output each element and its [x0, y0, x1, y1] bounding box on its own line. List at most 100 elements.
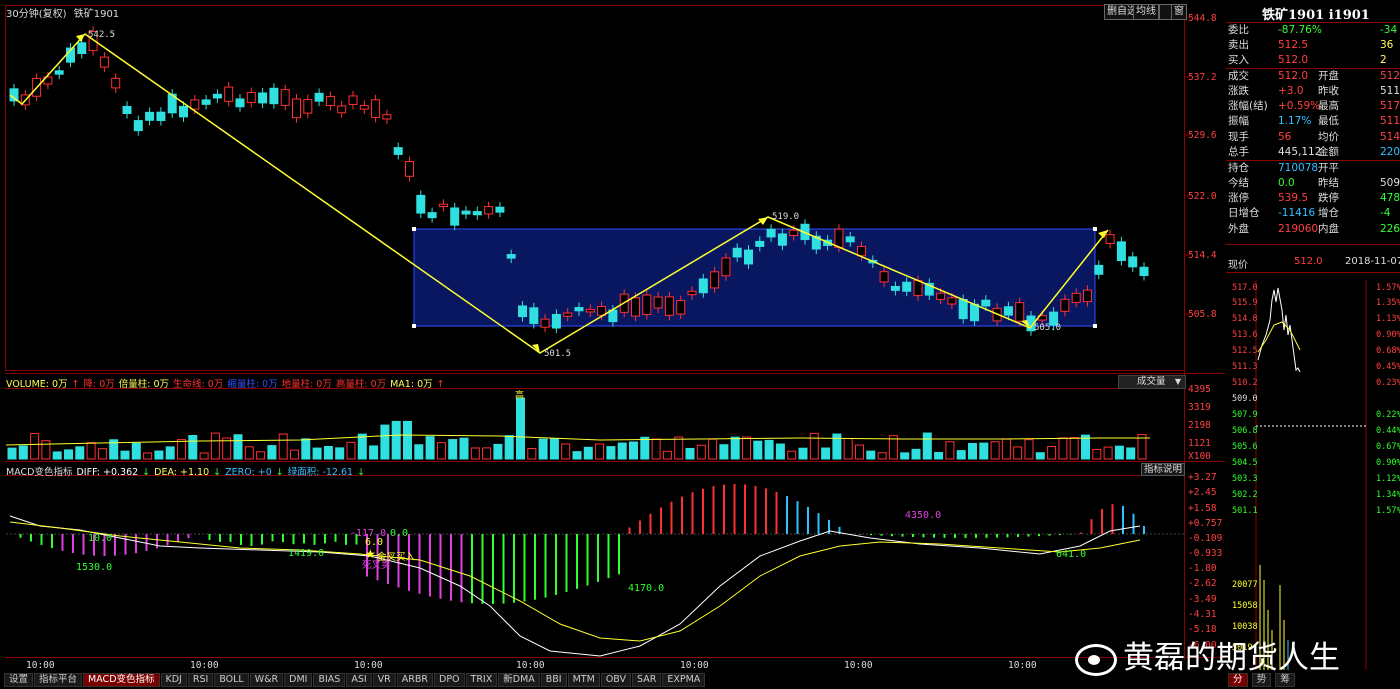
macd-label-j: 4350.0 [905, 510, 942, 521]
quote-label: 总手 [1228, 146, 1249, 158]
legend-item: 降: 0万 [83, 379, 115, 390]
tab-16[interactable]: MTM [567, 673, 600, 687]
quote-label: 成交 [1228, 70, 1249, 82]
quote-value: 512.0 [1278, 54, 1309, 66]
macd-label-f: 6.0 [365, 537, 384, 548]
tab-14[interactable]: 新DMA [498, 673, 540, 687]
window-button[interactable]: 窗 [1171, 4, 1187, 20]
time-axis-label: 10:00 [844, 660, 873, 671]
mini-price-label: 503.3 [1232, 474, 1258, 484]
quote-label: 买入 [1228, 54, 1249, 66]
tab-3[interactable]: KDJ [160, 673, 187, 687]
macd-axis-label: -2.62 [1188, 578, 1217, 589]
quote-value: 509 [1380, 177, 1400, 189]
tab-17[interactable]: OBV [600, 673, 632, 687]
quote-label: 现手 [1228, 131, 1249, 143]
now-value: 512.0 [1294, 256, 1323, 267]
now-date: 2018-11-07 [1345, 256, 1400, 267]
mini-price-label: 507.9 [1232, 410, 1258, 420]
mini-volume-label: 15058 [1232, 601, 1258, 611]
price-axis-label: 514.4 [1188, 250, 1217, 261]
tab-12[interactable]: DPO [434, 673, 465, 687]
contract-label: 铁矿1901 [73, 9, 120, 20]
quote-divider-2 [1226, 160, 1400, 161]
quote-value: 517 [1380, 100, 1400, 112]
quote-row: 成交 512.0 开盘 512 [1228, 69, 1400, 84]
tab-4[interactable]: RSI [187, 673, 214, 687]
tab-2[interactable]: MACD变色指标 [83, 673, 160, 687]
indicator-tabs: 设置 指标平台 MACD变色指标 KDJ RSI BOLL W&R DMI BIAS ASI VR A… [4, 673, 706, 687]
tab-5[interactable]: BOLL [214, 673, 249, 687]
diff-line [9, 515, 1141, 657]
high-annotation: 542.5 [88, 30, 116, 40]
quote-row: 外盘 219060内盘 22605 [1228, 222, 1400, 237]
tab-0[interactable]: 设置 [4, 673, 34, 687]
quote-label: 内盘 [1318, 223, 1339, 235]
quote-row: 卖出 512.5 36 [1228, 38, 1400, 53]
quote-row: 振幅 1.17% 最低 511 [1228, 114, 1400, 129]
quote-header: 铁矿1901 i1901 [1262, 8, 1370, 23]
volume-dropdown[interactable]: 成交量 ▼ [1118, 375, 1186, 389]
quote-value: 219060 [1278, 223, 1319, 235]
tab-10[interactable]: VR [372, 673, 396, 687]
tab-15[interactable]: BBI [540, 673, 567, 687]
quote-label: 跌停 [1318, 192, 1339, 204]
time-axis-label: 10:00 [516, 660, 545, 671]
ma-button[interactable]: 均线 [1133, 4, 1159, 20]
death-cross-label: 死叉卖 [362, 560, 391, 571]
quote-label: 日增仓 [1228, 207, 1260, 219]
quote-label: 开盘 [1318, 70, 1339, 82]
weibo-logo-icon [1075, 643, 1117, 676]
quote-row: 委比 -87.76% -34 [1228, 23, 1400, 38]
tab-7[interactable]: DMI [284, 673, 313, 687]
quote-label: 委比 [1228, 24, 1249, 36]
volume-high-marker: 高 [515, 391, 525, 401]
legend-item: 倍量柱: 0万 [118, 379, 170, 390]
quote-label: 涨幅(结) [1228, 100, 1268, 112]
mini-percent-label: 1.12% [1376, 474, 1400, 484]
tab-19[interactable]: EXPMA [662, 673, 706, 687]
time-axis-label: 10:00 [26, 660, 55, 671]
quote-value: 56 [1278, 131, 1292, 143]
quote-value: 539.5 [1278, 192, 1309, 204]
time-axis-label: 10:00 [680, 660, 709, 671]
macd-label-c: 1419.0 [288, 548, 325, 559]
quote-row: 涨跌 +3.0 昨收 511 [1228, 84, 1400, 99]
mini-volume-label: 10038 [1232, 622, 1258, 632]
tab-1[interactable]: 指标平台 [34, 673, 83, 687]
volume-chart [5, 397, 1150, 460]
mid-high-annotation: 519.0 [772, 212, 800, 222]
mini-percent-label: 0.45% [1376, 362, 1400, 372]
quote-divider-4 [1226, 272, 1400, 273]
quote-value: 512 [1380, 70, 1400, 82]
mini-percent-label: 1.57% [1376, 506, 1400, 516]
volume-legend: VOLUME: 0万 ↑ 降: 0万 倍量柱: 0万 生命线: 0万 缩量柱: 0万 地量柱… [6, 376, 449, 390]
tab-8[interactable]: BIAS [313, 673, 346, 687]
now-label: 现价 [1228, 260, 1248, 271]
mini-percent-label: 0.23% [1376, 378, 1400, 388]
tab-18[interactable]: SAR [632, 673, 662, 687]
tab-13[interactable]: TRIX [465, 673, 498, 687]
quote-row: 现手 56 均价 514 [1228, 130, 1400, 145]
macd-axis-label: -1.80 [1188, 563, 1217, 574]
quote-value: 512.5 [1278, 39, 1309, 51]
legend-item: MA1: 0万 [390, 379, 433, 390]
tab-6[interactable]: W&R [249, 673, 284, 687]
quote-value: +3.0 [1278, 85, 1304, 97]
tab-11[interactable]: ARBR [396, 673, 433, 687]
quote-value: 36 [1380, 39, 1394, 51]
macd-axis-label: -4.31 [1188, 609, 1217, 620]
indicator-help-button[interactable]: 指标说明 [1141, 463, 1186, 476]
mini-price-label: 512.5 [1232, 346, 1258, 356]
volume-axis-label: X100 [1188, 451, 1211, 462]
mini-price-label: 505.6 [1232, 442, 1258, 452]
mini-percent-label: 0.22% [1376, 410, 1400, 420]
mini-price-label: 513.6 [1232, 330, 1258, 340]
quote-label: 涨跌 [1228, 85, 1249, 97]
macd-label-a: 10.0 [88, 533, 113, 544]
quote-label: 均价 [1318, 131, 1339, 143]
quote-value: 710078 [1278, 162, 1319, 174]
tab-9[interactable]: ASI [346, 673, 372, 687]
quote-value: 514 [1380, 131, 1400, 143]
watermark-text: 黄磊的期货人生 [1123, 640, 1340, 676]
